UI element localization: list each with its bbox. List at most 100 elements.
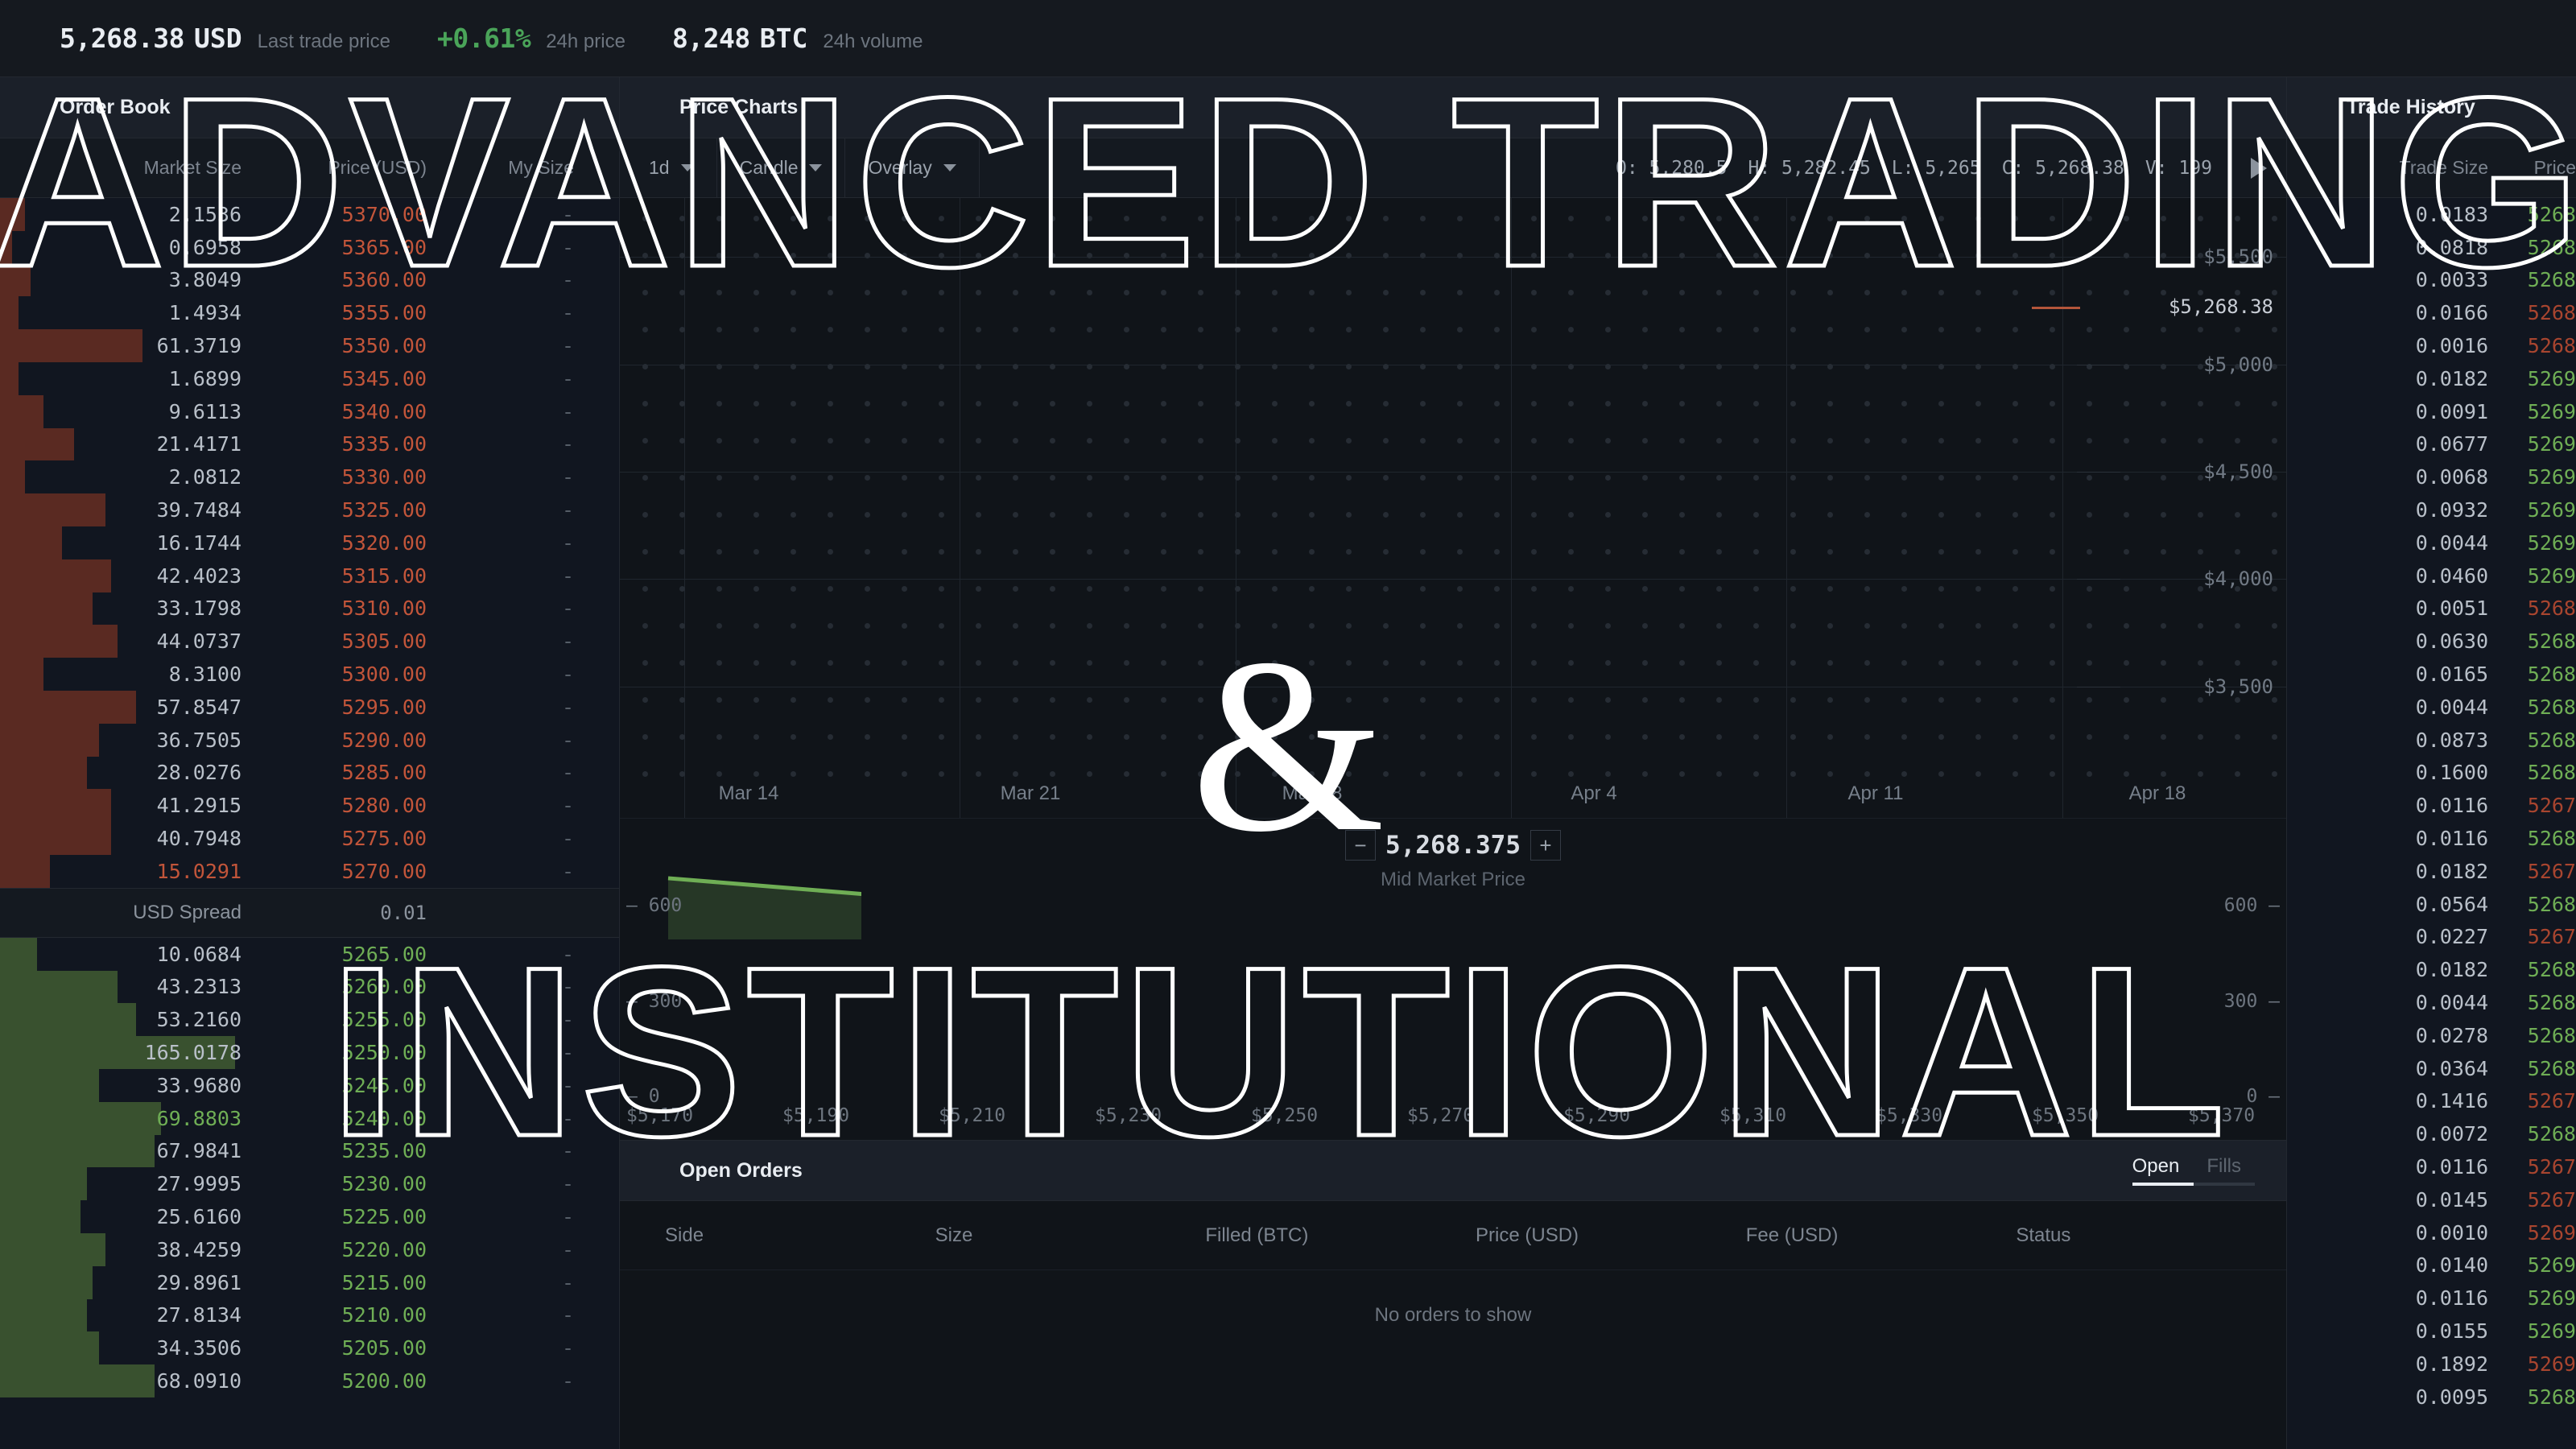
trade-history-row[interactable]: 0.0630 5268 <box>2287 625 2576 658</box>
trade-history-row[interactable]: 0.0183 5268 <box>2287 198 2576 231</box>
trade-history-row[interactable]: 0.0051 5268 <box>2287 592 2576 625</box>
trade-history-row[interactable]: 0.0140 5269 <box>2287 1249 2576 1282</box>
trade-history-row[interactable]: 0.0182 5268 <box>2287 953 2576 986</box>
trade-history-row[interactable]: 0.0155 5269 <box>2287 1315 2576 1348</box>
order-book-row[interactable]: 42.4023 5315.00 - <box>0 559 619 592</box>
trade-history-row[interactable]: 0.0165 5268 <box>2287 658 2576 691</box>
trade-history-row[interactable]: 0.0091 5269 <box>2287 395 2576 428</box>
order-book-row[interactable]: 2.0812 5330.00 - <box>0 460 619 494</box>
trade-history-row[interactable]: 0.0116 5267 <box>2287 1150 2576 1183</box>
order-book-row[interactable]: 41.2915 5280.00 - <box>0 789 619 823</box>
chart-type-dropdown[interactable]: Candle <box>717 138 846 197</box>
grid-dot <box>976 660 981 666</box>
order-book-row[interactable]: 44.0737 5305.00 - <box>0 625 619 658</box>
trade-history-row[interactable]: 0.0033 5268 <box>2287 264 2576 297</box>
order-book-row[interactable]: 3.8049 5360.00 - <box>0 263 619 297</box>
trade-history-row[interactable]: 0.1600 5268 <box>2287 757 2576 790</box>
order-book-row[interactable]: 27.8134 5210.00 - <box>0 1298 619 1332</box>
trade-history-row[interactable]: 0.0145 5267 <box>2287 1183 2576 1216</box>
depth-x-tick-label: $5,250 <box>1251 1105 1319 1126</box>
order-book-row[interactable]: 61.3719 5350.00 - <box>0 329 619 362</box>
order-book-row[interactable]: 33.9680 5245.00 - <box>0 1068 619 1102</box>
grid-dot <box>1716 327 1722 332</box>
grid-dot <box>1494 401 1500 407</box>
order-book-row[interactable]: 1.4934 5355.00 - <box>0 296 619 330</box>
order-book-row[interactable]: 43.2313 5260.00 - <box>0 970 619 1004</box>
overlay-dropdown[interactable]: Overlay <box>845 138 980 197</box>
trade-history-row[interactable]: 0.1416 5267 <box>2287 1085 2576 1118</box>
trade-history-rows[interactable]: 0.0183 5268 0.0818 5268 0.0033 5268 0.0166 5268… <box>2287 198 2576 1413</box>
zoom-in-button[interactable]: + <box>1530 830 1561 861</box>
trade-history-row[interactable]: 0.0182 5269 <box>2287 362 2576 395</box>
trade-history-row[interactable]: 0.0182 5267 <box>2287 855 2576 888</box>
order-book-row[interactable]: 10.0684 5265.00 - <box>0 937 619 971</box>
grid-dot <box>1050 290 1055 295</box>
order-book-row[interactable]: 16.1744 5320.00 - <box>0 526 619 559</box>
trade-history-row[interactable]: 0.0016 5268 <box>2287 329 2576 362</box>
order-book-row[interactable]: 0.6958 5365.00 - <box>0 230 619 264</box>
play-button[interactable] <box>2230 138 2286 197</box>
order-book-row[interactable]: 2.1536 5370.00 - <box>0 198 619 231</box>
order-book-row[interactable]: 25.6160 5225.00 - <box>0 1200 619 1233</box>
grid-dot <box>1605 290 1611 295</box>
trade-history-row[interactable]: 0.0278 5268 <box>2287 1019 2576 1052</box>
grid-dot <box>1050 327 1055 332</box>
order-book-row[interactable]: 40.7948 5275.00 - <box>0 822 619 855</box>
trade-history-row[interactable]: 0.0166 5268 <box>2287 296 2576 329</box>
trade-price: 5269 <box>2527 1220 2576 1245</box>
order-book-row[interactable]: 33.1798 5310.00 - <box>0 592 619 625</box>
trade-history-row[interactable]: 0.0227 5267 <box>2287 921 2576 954</box>
order-book-row[interactable]: 9.6113 5340.00 - <box>0 394 619 428</box>
ask-rows[interactable]: 2.1536 5370.00 - 0.6958 5365.00 - 3.8049 5360.0… <box>0 198 619 888</box>
trade-history-row[interactable]: 0.0044 5269 <box>2287 526 2576 559</box>
order-book-row[interactable]: 27.9995 5230.00 - <box>0 1167 619 1201</box>
trade-history-row[interactable]: 0.0364 5268 <box>2287 1052 2576 1085</box>
candlestick-chart[interactable]: $5,500 $5,000 $4,500 $4,000 $3,500 $5,268.38 … <box>620 198 2286 818</box>
order-book-row[interactable]: 36.7505 5290.00 - <box>0 723 619 757</box>
trade-history-row[interactable]: 0.0116 5269 <box>2287 1282 2576 1315</box>
interval-dropdown[interactable]: 1d <box>620 138 717 197</box>
trade-history-row[interactable]: 0.0095 5268 <box>2287 1381 2576 1414</box>
order-book-row[interactable]: 38.4259 5220.00 - <box>0 1232 619 1266</box>
order-book-row[interactable]: 53.2160 5255.00 - <box>0 1003 619 1037</box>
open-orders-column: Price (USD) <box>1476 1224 1579 1246</box>
trade-history-row[interactable]: 0.0818 5268 <box>2287 231 2576 264</box>
trade-history-row[interactable]: 0.0460 5269 <box>2287 559 2576 592</box>
order-book-row[interactable]: 15.0291 5270.00 - <box>0 854 619 888</box>
order-book-row[interactable]: 69.8803 5240.00 - <box>0 1101 619 1135</box>
trade-history-row[interactable]: 0.0873 5268 <box>2287 724 2576 757</box>
trade-history-row[interactable]: 0.0116 5267 <box>2287 789 2576 822</box>
order-book-row[interactable]: 34.3506 5205.00 - <box>0 1331 619 1365</box>
grid-dot <box>1827 697 1833 703</box>
tab-open[interactable]: Open <box>2132 1155 2180 1186</box>
trade-history-row[interactable]: 0.0010 5269 <box>2287 1216 2576 1249</box>
grid-dot <box>1198 697 1203 703</box>
order-book-row[interactable]: 57.8547 5295.00 - <box>0 690 619 724</box>
tab-fills[interactable]: Fills <box>2207 1155 2241 1186</box>
market-depth-chart[interactable]: − 5,268.375 + Mid Market Price $5,170 $5,… <box>620 818 2286 1140</box>
trade-history-row[interactable]: 0.0044 5268 <box>2287 986 2576 1019</box>
trade-history-row[interactable]: 0.1892 5269 <box>2287 1348 2576 1381</box>
trade-history-row[interactable]: 0.0677 5269 <box>2287 428 2576 461</box>
order-book-row[interactable]: 165.0178 5250.00 - <box>0 1036 619 1069</box>
zoom-out-button[interactable]: − <box>1345 830 1377 861</box>
bid-rows[interactable]: 10.0684 5265.00 - 43.2313 5260.00 - 53.2160 525… <box>0 937 619 1397</box>
trade-history-row[interactable]: 0.0564 5268 <box>2287 888 2576 921</box>
order-book-row[interactable]: 67.9841 5235.00 - <box>0 1134 619 1168</box>
order-book-row[interactable]: 39.7484 5325.00 - <box>0 493 619 526</box>
trade-history-row[interactable]: 0.0044 5268 <box>2287 691 2576 724</box>
order-book-row[interactable]: 28.0276 5285.00 - <box>0 756 619 790</box>
open-orders-column: Size <box>935 1224 973 1246</box>
order-book-row[interactable]: 21.4171 5335.00 - <box>0 427 619 461</box>
trade-history-row[interactable]: 0.0116 5268 <box>2287 822 2576 855</box>
order-book-row[interactable]: 8.3100 5300.00 - <box>0 658 619 691</box>
order-book-row[interactable]: 29.8961 5215.00 - <box>0 1265 619 1299</box>
trade-history-row[interactable]: 0.0068 5269 <box>2287 460 2576 493</box>
order-book-row[interactable]: 68.0910 5200.00 - <box>0 1364 619 1397</box>
grid-dot <box>1420 253 1426 258</box>
grid-dot <box>1827 734 1833 740</box>
grid-dot <box>2013 623 2018 629</box>
order-book-row[interactable]: 1.6899 5345.00 - <box>0 361 619 395</box>
trade-history-row[interactable]: 0.0072 5268 <box>2287 1117 2576 1150</box>
trade-history-row[interactable]: 0.0932 5269 <box>2287 493 2576 526</box>
